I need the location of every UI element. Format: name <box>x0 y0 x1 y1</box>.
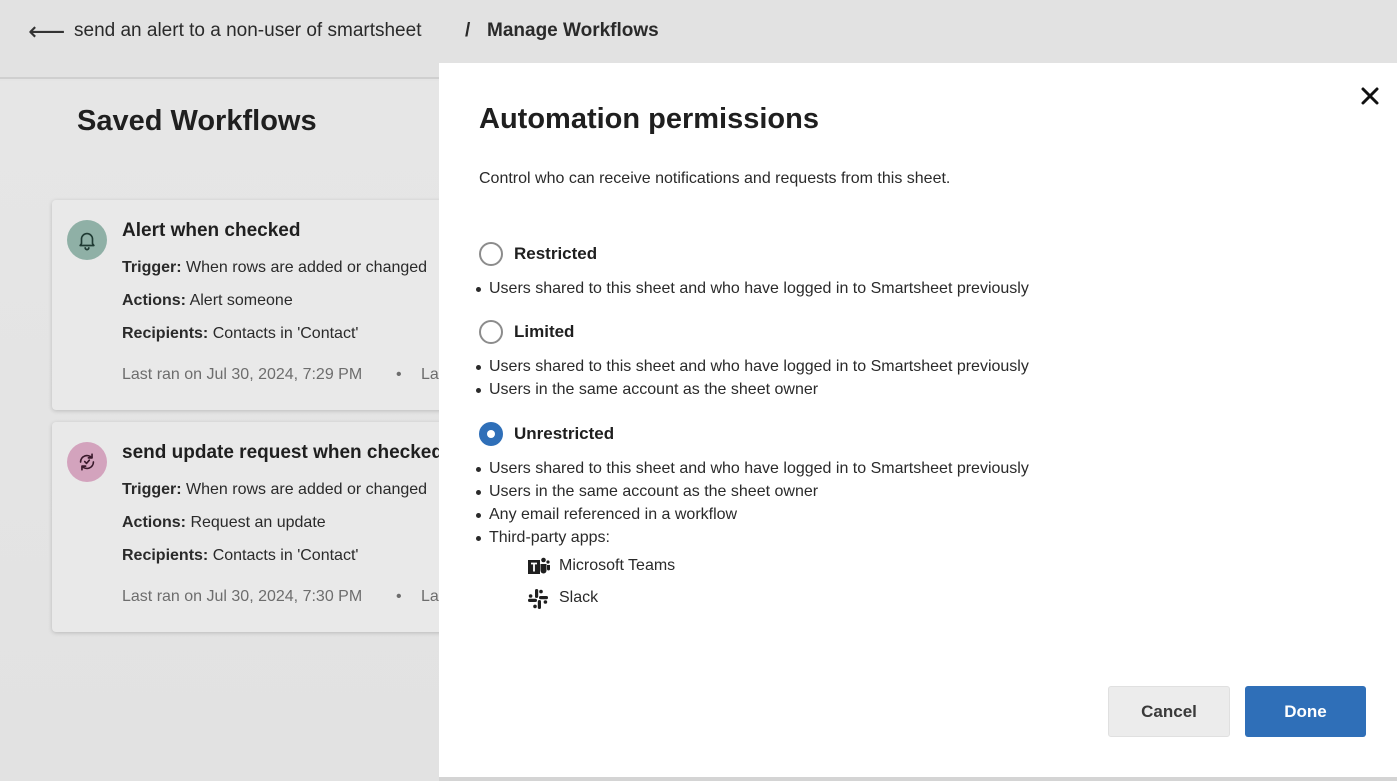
automation-permissions-dialog: Automation permissions Control who can r… <box>439 63 1397 777</box>
app-name: Microsoft Teams <box>559 557 676 574</box>
radio-limited[interactable] <box>479 320 503 344</box>
radio-restricted[interactable] <box>479 242 503 266</box>
meta-separator: • <box>396 366 402 383</box>
radio-unrestricted[interactable] <box>479 422 503 446</box>
done-button[interactable]: Done <box>1245 686 1366 737</box>
refresh-icon <box>67 442 107 482</box>
limited-bullets: Users shared to this sheet and who have … <box>476 355 1029 401</box>
workflow-name: send update request when checked <box>122 442 443 463</box>
restricted-bullets: Users shared to this sheet and who have … <box>476 277 1029 300</box>
breadcrumb-sheet-name[interactable]: send an alert to a non-user of smartshee… <box>74 20 421 42</box>
bullet-item: Users in the same account as the sheet o… <box>476 480 1029 503</box>
bullet-item: Users shared to this sheet and who have … <box>476 277 1029 300</box>
unrestricted-bullets: Users shared to this sheet and who have … <box>476 457 1029 549</box>
bullet-item: Users shared to this sheet and who have … <box>476 355 1029 378</box>
workflow-actions: Actions: Request an update <box>122 514 326 531</box>
workflow-recipients: Recipients: Contacts in 'Contact' <box>122 547 359 564</box>
app-name: Slack <box>559 589 599 606</box>
dialog-title: Automation permissions <box>479 103 819 135</box>
workflow-last-ran: Last ran on Jul 30, 2024, 7:30 PM <box>122 588 363 605</box>
cancel-button[interactable]: Cancel <box>1108 686 1230 737</box>
workflow-trigger: Trigger: When rows are added or changed <box>122 481 428 498</box>
workflow-trigger: Trigger: When rows are added or changed <box>122 259 428 276</box>
option-label[interactable]: Limited <box>514 322 574 342</box>
workflow-actions: Actions: Alert someone <box>122 292 293 309</box>
dialog-description: Control who can receive notifications an… <box>479 170 951 187</box>
workflow-last-ran: Last ran on Jul 30, 2024, 7:29 PM <box>122 366 363 383</box>
page-title: Saved Workflows <box>77 105 317 137</box>
breadcrumb-separator: / <box>465 20 471 41</box>
dialog-bottom-edge <box>439 777 1397 781</box>
workflow-meta-truncated: La <box>421 588 439 605</box>
bell-icon <box>67 220 107 260</box>
workflow-meta-truncated: La <box>421 366 439 383</box>
close-icon[interactable] <box>1359 85 1381 107</box>
bullet-item: Users shared to this sheet and who have … <box>476 457 1029 480</box>
slack-icon <box>528 589 548 609</box>
workflow-card[interactable]: Alert when checked Trigger: When rows ar… <box>52 200 452 410</box>
meta-separator: • <box>396 588 402 605</box>
workflow-card[interactable]: send update request when checked Trigger… <box>52 422 452 632</box>
microsoft-teams-icon <box>528 557 550 577</box>
workflow-recipients: Recipients: Contacts in 'Contact' <box>122 325 359 342</box>
workflow-name: Alert when checked <box>122 220 301 241</box>
bullet-item: Any email referenced in a workflow <box>476 503 1029 526</box>
bullet-item: Third-party apps: <box>476 526 1029 549</box>
option-label[interactable]: Restricted <box>514 244 597 264</box>
option-label[interactable]: Unrestricted <box>514 424 614 444</box>
bullet-item: Users in the same account as the sheet o… <box>476 378 1029 401</box>
breadcrumb-current: Manage Workflows <box>487 20 659 41</box>
back-arrow-icon[interactable]: ⟵ <box>28 19 65 45</box>
